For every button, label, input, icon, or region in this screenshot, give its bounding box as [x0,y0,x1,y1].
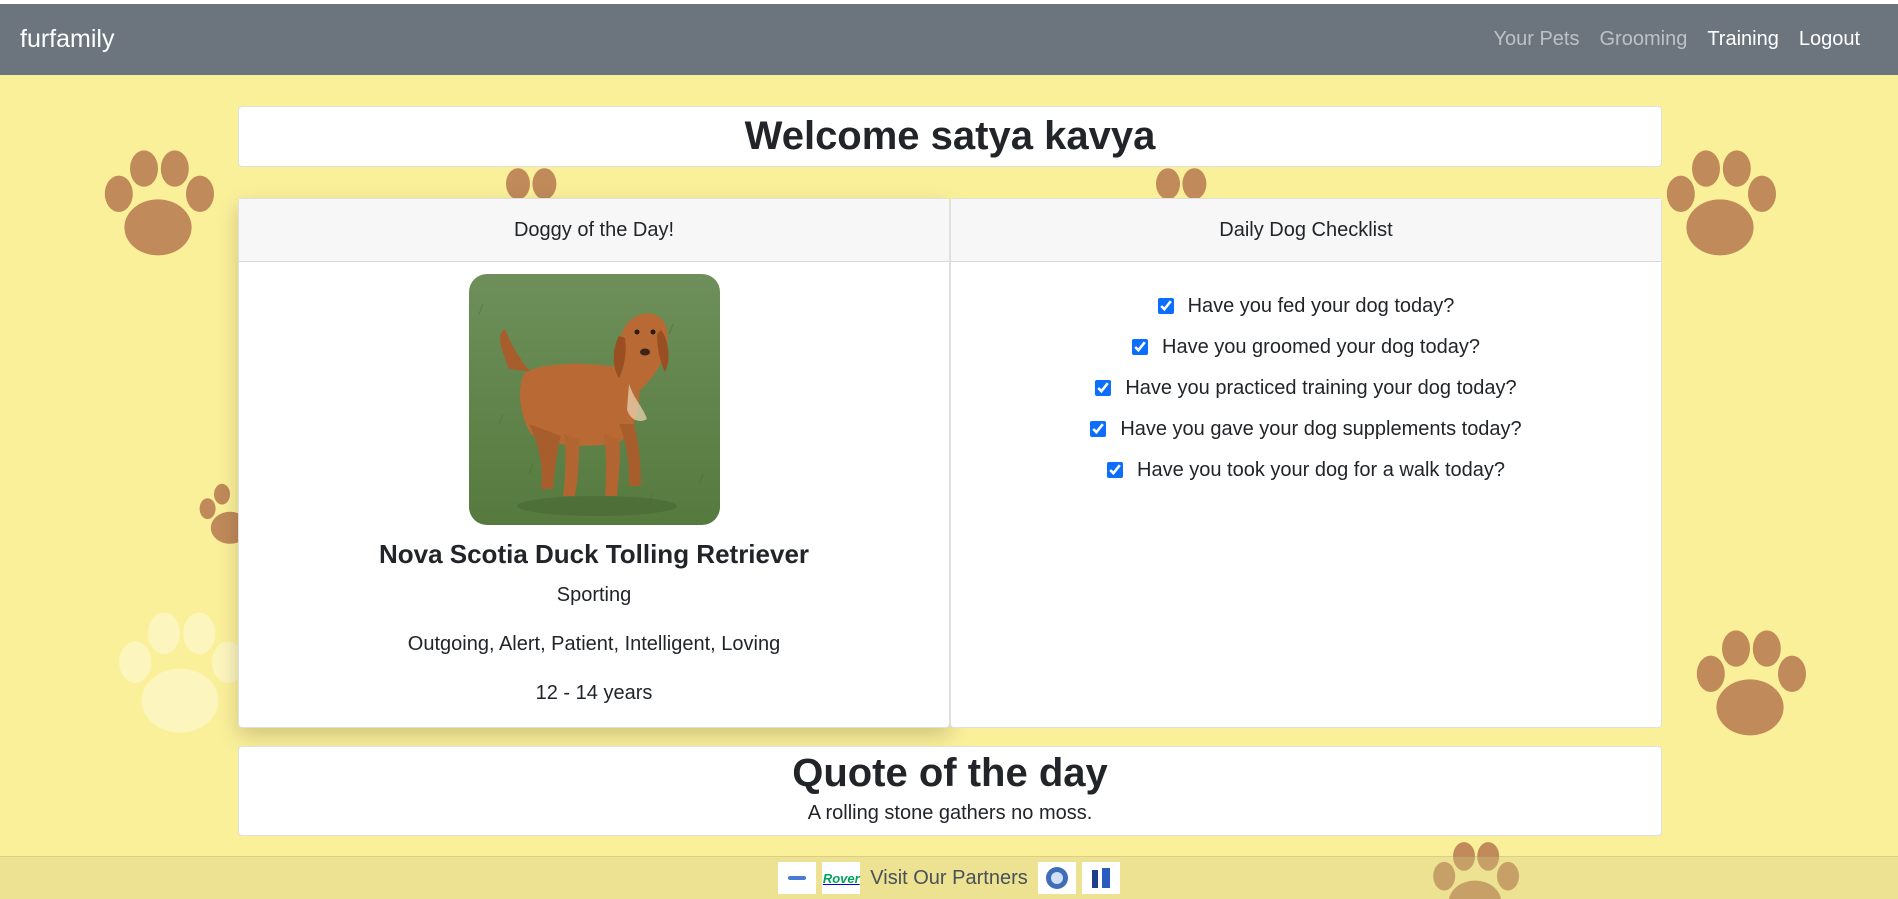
quote-card: Quote of the day A rolling stone gathers… [238,746,1662,836]
breed-group: Sporting [556,584,632,606]
nav-your-pets[interactable]: Your Pets [1484,28,1590,51]
paw-print-icon [104,150,214,256]
nav-logout[interactable]: Logout [1789,28,1870,51]
daily-checklist-card: Daily Dog Checklist Have you fed your do… [950,198,1662,728]
checklist-item-supplements[interactable]: Have you gave your dog supplements today… [1090,417,1522,441]
checklist-label-groomed: Have you groomed your dog today? [1162,335,1480,358]
checklist-item-groomed[interactable]: Have you groomed your dog today? [1132,335,1480,359]
checklist-label-supplements: Have you gave your dog supplements today… [1120,417,1522,440]
paw-print-icon [119,612,244,733]
welcome-card: Welcome satya kavya [238,106,1662,167]
paw-print-icon [1666,150,1776,256]
breed-life-span: 12 - 14 years [535,682,653,704]
dog-photo [468,274,720,525]
checklist-checkbox-fed[interactable] [1157,298,1174,314]
nav-grooming[interactable]: Grooming [1590,28,1698,51]
checklist-item-walk[interactable]: Have you took your dog for a walk today? [1107,458,1505,482]
checklist-checkbox-supplements[interactable] [1090,421,1107,437]
checklist-checkbox-groomed[interactable] [1132,339,1148,355]
checklist-label-fed: Have you fed your dog today? [1187,294,1455,317]
breed-name: Nova Scotia Duck Tolling Retriever [378,539,810,569]
quote-heading: Quote of the day [792,751,1108,795]
doggy-card-header: Doggy of the Day! [239,199,949,262]
partners-footer: Rover Visit Our Partners [0,856,1898,899]
checklist-item-fed[interactable]: Have you fed your dog today? [1157,294,1455,318]
breed-temperament: Outgoing, Alert, Patient, Intelligent, L… [407,633,781,655]
checklist-checkbox-walk[interactable] [1107,462,1123,478]
doggy-of-the-day-card: Doggy of the Day! Nova Scotia Duck Tolli… [238,198,950,728]
doggy-card-body: Nova Scotia Duck Tolling Retriever Sport… [239,262,949,705]
checklist-label-walk: Have you took your dog for a walk today? [1137,458,1505,481]
checklist-card-header: Daily Dog Checklist [951,199,1661,262]
partner-logo-4[interactable] [1081,862,1120,894]
partner-logo-1[interactable] [778,862,817,894]
partners-label: Visit Our Partners [870,866,1028,889]
quote-text: A rolling stone gathers no moss. [807,802,1093,824]
partner-logo-rover[interactable]: Rover [822,862,861,894]
checklist-checkbox-training[interactable] [1095,380,1112,396]
checklist-body: Have you fed your dog today? Have you gr… [951,262,1661,482]
checklist-item-training[interactable]: Have you practiced training your dog tod… [1095,376,1517,400]
paw-print-icon [1696,630,1806,736]
nav-links: Your Pets Grooming Training Logout [1484,28,1871,51]
nav-training[interactable]: Training [1697,28,1789,51]
checklist-label-training: Have you practiced training your dog tod… [1125,376,1517,399]
navbar: furfamily Your Pets Grooming Training Lo… [0,4,1898,75]
welcome-heading: Welcome satya kavya [744,114,1156,158]
brand-link[interactable]: furfamily [20,25,114,54]
partner-logo-3[interactable] [1037,862,1076,894]
